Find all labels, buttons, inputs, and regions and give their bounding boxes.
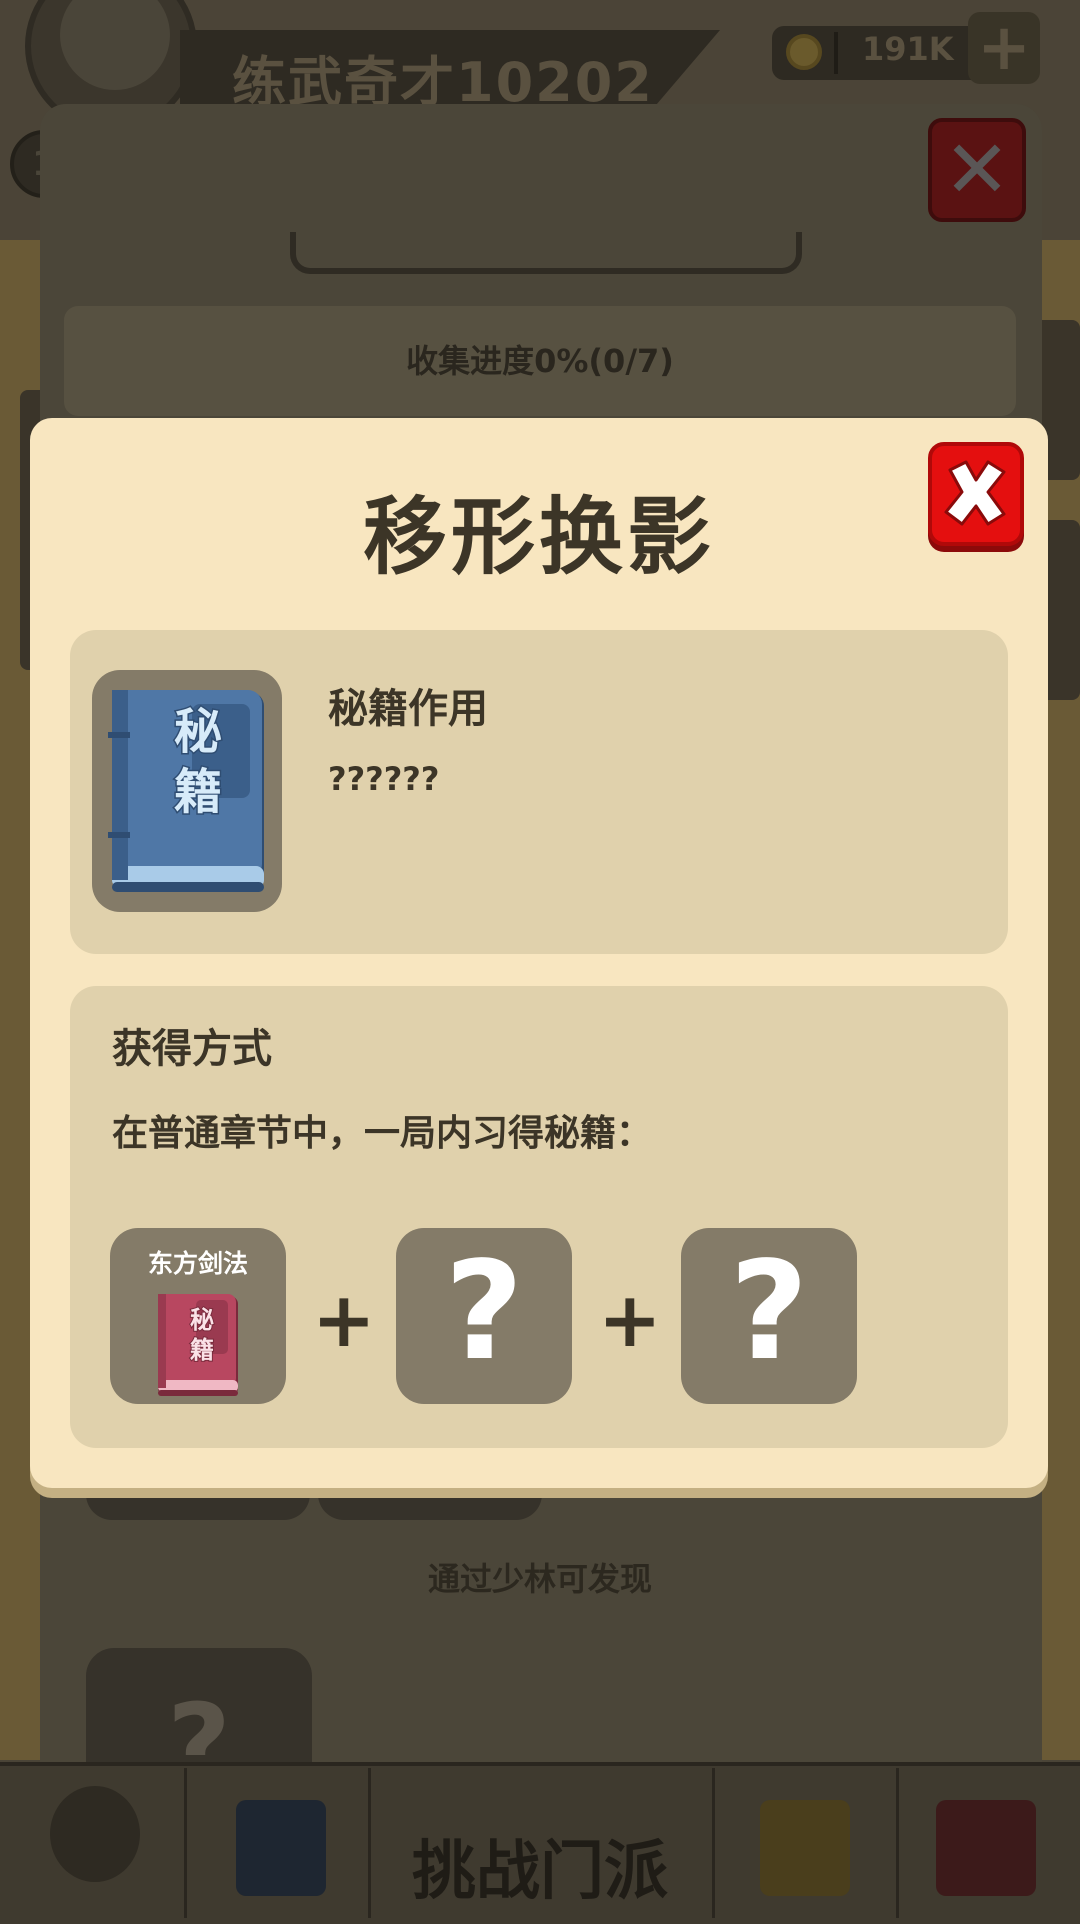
required-skill-name: 东方剑法 [147, 1249, 248, 1278]
coin-icon [786, 34, 822, 70]
secret-book-icon: 秘 籍 [108, 690, 264, 892]
add-coins-button[interactable]: + [968, 12, 1040, 84]
collection-close-icon[interactable]: ✕ [928, 118, 1026, 222]
coin-divider [834, 32, 838, 74]
effect-value: ?????? [328, 760, 440, 798]
nav-collect-icon[interactable] [936, 1800, 1036, 1896]
book-title-char-2: 籍 [174, 764, 222, 820]
collection-progress: 收集进度0%(0/7) [406, 342, 674, 380]
coin-amount: 191K [862, 30, 954, 68]
collection-title-ribbon [290, 232, 802, 274]
req-book-char-2: 籍 [190, 1336, 214, 1364]
collection-hint: 通过少林可发现 [427, 1560, 652, 1598]
unknown-skill-question: ? [444, 1233, 524, 1391]
nav-shop-icon[interactable] [760, 1800, 850, 1896]
nav-challenge-sect[interactable]: 挑战门派 [0, 1820, 1080, 1912]
dialog-title: 移形换影 [362, 488, 715, 586]
obtain-description: 在普通章节中，一局内习得秘籍： [112, 1113, 653, 1154]
plus-sign: + [312, 1275, 376, 1364]
effect-label: 秘籍作用 [328, 686, 488, 732]
secret-book-icon: 秘 籍 [158, 1294, 238, 1396]
book-title-char-1: 秘 [174, 704, 222, 760]
plus-sign: + [598, 1275, 662, 1364]
req-book-char-1: 秘 [190, 1306, 214, 1334]
unknown-skill-question: ? [729, 1233, 809, 1391]
obtain-label: 获得方式 [112, 1026, 272, 1072]
close-icon[interactable] [928, 442, 1024, 546]
